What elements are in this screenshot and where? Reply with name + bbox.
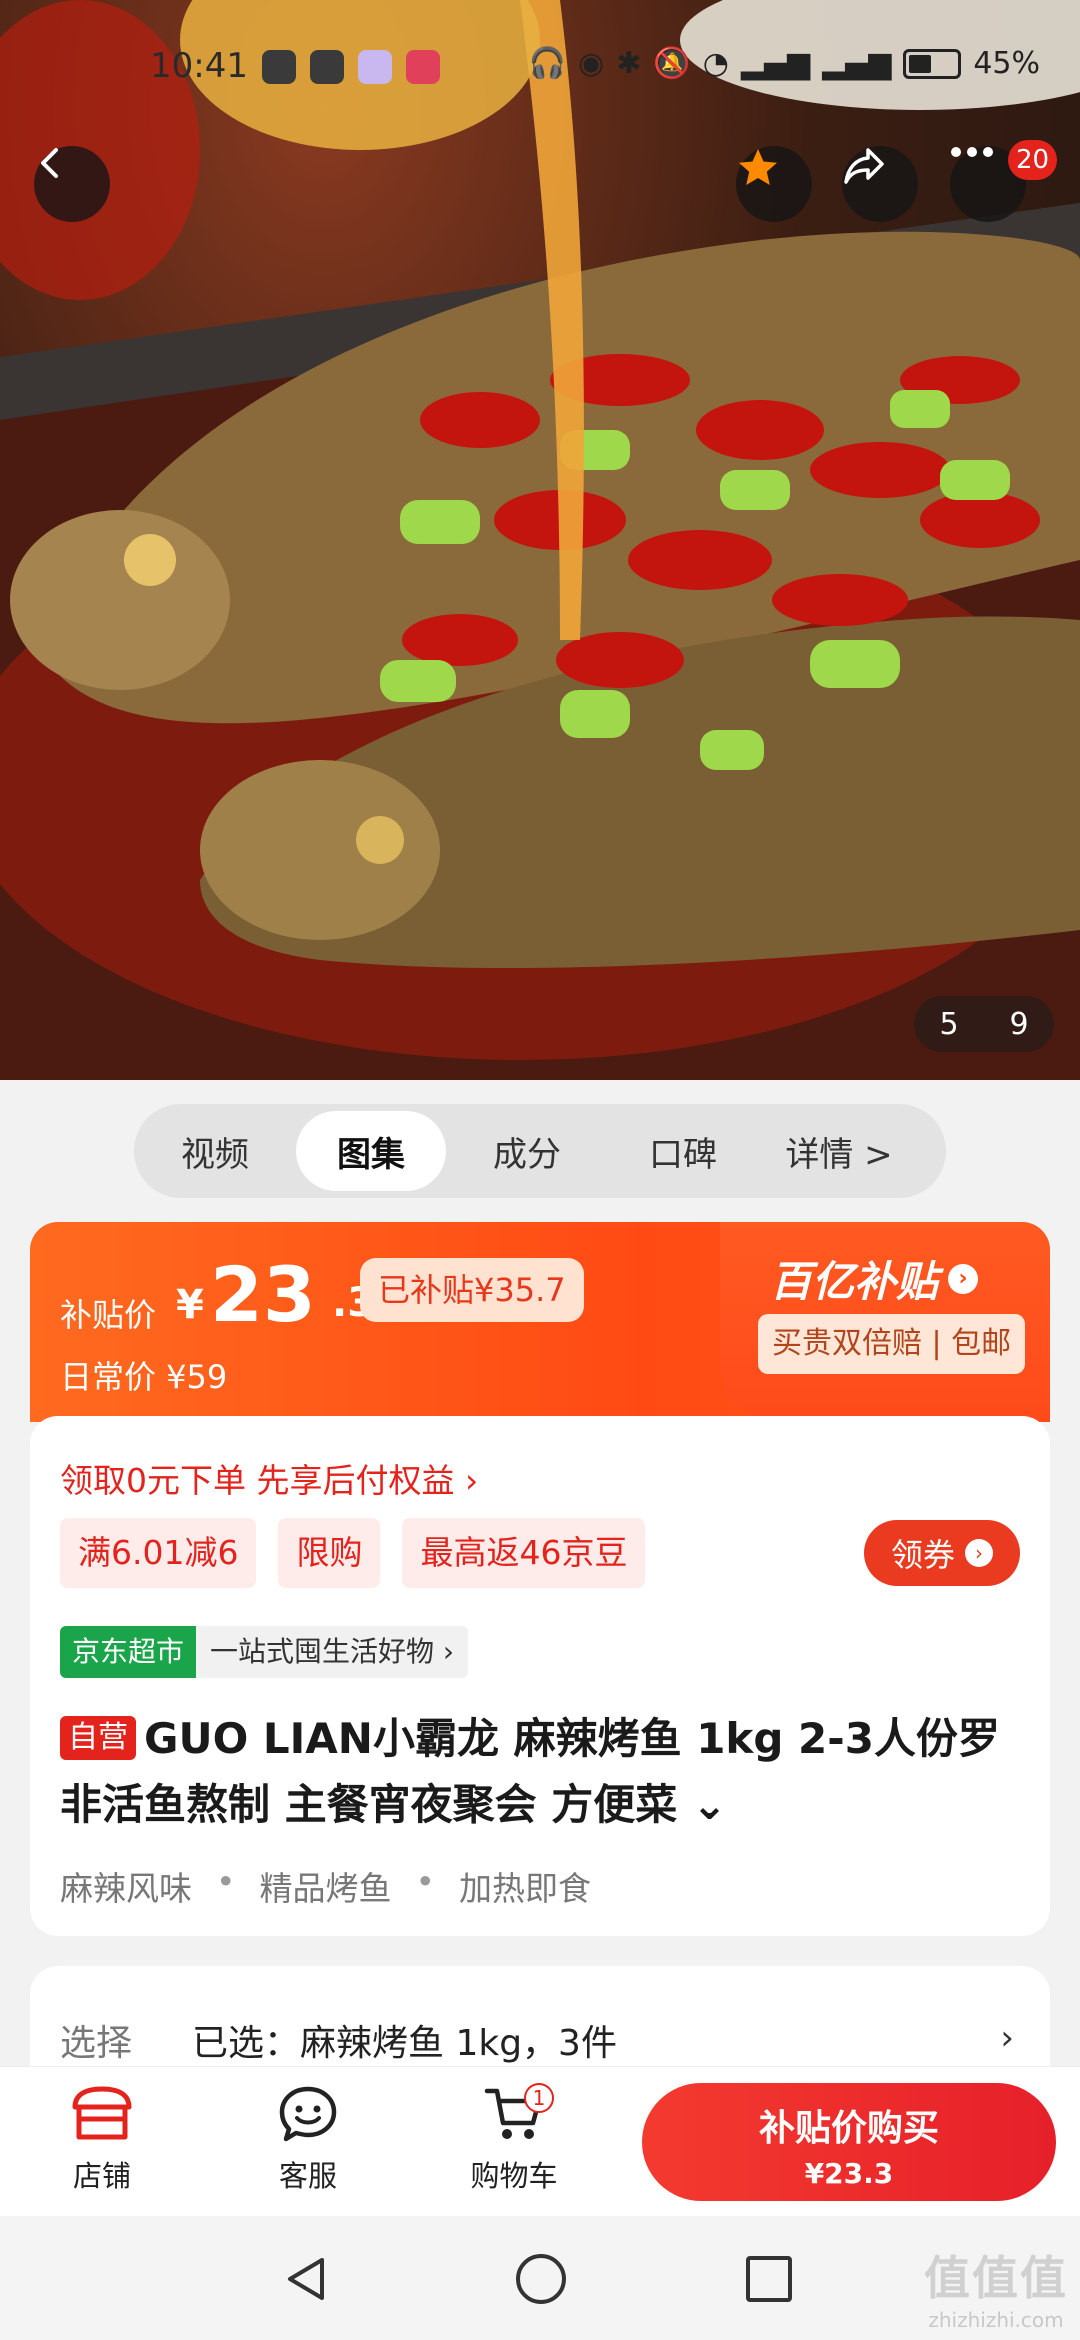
chevron-right-icon: › bbox=[948, 1263, 979, 1294]
price-card: 补贴价 ¥ 23 .3 已补贴¥35.7 日常价 ¥59 百亿补贴 › 买贵双倍… bbox=[30, 1222, 1050, 1422]
feature-separator: • bbox=[216, 1862, 236, 1901]
promo-tag-jingdou[interactable]: 最高返46京豆 bbox=[402, 1518, 646, 1588]
get-coupon-button[interactable]: 领券 › bbox=[864, 1520, 1020, 1586]
promo-tag-limit[interactable]: 限购 bbox=[278, 1518, 381, 1588]
wechat-icon bbox=[262, 50, 296, 84]
tab-gallery[interactable]: 图集 bbox=[296, 1111, 446, 1191]
bottom-action-bar: 店铺 客服 1 购物车 补贴价购买 ¥23.3 bbox=[0, 2066, 1080, 2216]
product-features: 麻辣风味 • 精品烤鱼 • 加热即食 bbox=[60, 1862, 591, 1910]
qq-icon bbox=[310, 50, 344, 84]
book-icon bbox=[406, 50, 440, 84]
tab-video[interactable]: 视频 bbox=[140, 1111, 290, 1191]
feature-separator: • bbox=[415, 1862, 435, 1901]
battery-percent: 45% bbox=[973, 46, 1040, 81]
cart-label: 购物车 bbox=[470, 2159, 558, 2193]
price-label: 补贴价 bbox=[60, 1296, 157, 1334]
signal-icon: ▂▄▆ bbox=[740, 46, 811, 81]
tab-details[interactable]: 详情 > bbox=[764, 1111, 914, 1191]
feature-item: 精品烤鱼 bbox=[259, 1869, 392, 1908]
feature-item: 加热即食 bbox=[458, 1869, 591, 1908]
variant-selector[interactable]: 选择 已选：麻辣烤鱼 1kg，3件 › bbox=[30, 1966, 1050, 2066]
bluetooth-icon: ✱ bbox=[616, 46, 642, 81]
shop-button[interactable]: 店铺 bbox=[42, 2085, 162, 2195]
select-label: 选择 bbox=[60, 2023, 133, 2064]
feature-item: 麻辣风味 bbox=[60, 1869, 192, 1908]
promo-tags: 满6.01减6 限购 最高返46京豆 bbox=[60, 1518, 646, 1588]
promo-tag-discount[interactable]: 满6.01减6 bbox=[60, 1518, 257, 1588]
self-operated-tag: 自营 bbox=[60, 1716, 136, 1760]
subsidy-guarantee-tags: 买贵双倍赔 | 包邮 bbox=[758, 1314, 1026, 1374]
status-indicators: 🎧 ◉ ✱ 🔕 ◔ ▂▄▆ ▂▄▆ 45% bbox=[529, 46, 1040, 81]
product-title[interactable]: 自营 GUO LIAN小霸龙 麻辣烤鱼 1kg 2-3人份罗非活鱼熬制 主餐宵夜聚… bbox=[60, 1706, 1020, 1838]
price-integer: 23 bbox=[210, 1250, 316, 1339]
share-button[interactable] bbox=[842, 146, 918, 222]
price-currency: ¥ bbox=[176, 1282, 204, 1328]
selected-variant: 已选：麻辣烤鱼 1kg，3件 bbox=[192, 2023, 617, 2064]
tab-ingredients[interactable]: 成分 bbox=[452, 1111, 602, 1191]
system-navigation-bar: 值值值 zhizhizhi.com bbox=[0, 2216, 1080, 2340]
store-banner[interactable]: 京东超市 一站式囤生活好物 › bbox=[60, 1626, 469, 1678]
app-icon bbox=[358, 50, 392, 84]
image-counter: 5 9 bbox=[914, 996, 1054, 1052]
coupon-button-label: 领券 bbox=[890, 1536, 955, 1574]
nav-recents-icon[interactable] bbox=[744, 2254, 794, 2304]
subsidy-program-label: 百亿补贴 bbox=[770, 1257, 939, 1306]
customer-service-label: 客服 bbox=[278, 2159, 337, 2193]
watermark-main: 值值值 bbox=[924, 2251, 1068, 2305]
nav-home-icon[interactable] bbox=[514, 2252, 568, 2306]
daily-price: 日常价 ¥59 bbox=[60, 1358, 228, 1396]
chevron-right-icon: › bbox=[1000, 2018, 1014, 2058]
watermark-sub: zhizhizhi.com bbox=[928, 2308, 1064, 2332]
battery-icon bbox=[903, 48, 962, 79]
mute-icon: 🔕 bbox=[653, 46, 691, 81]
product-info-card: 领取0元下单 先享后付权益 › 满6.01减6 限购 最高返46京豆 领券 › … bbox=[30, 1416, 1050, 1936]
subsidized-amount: 已补贴¥35.7 bbox=[360, 1258, 584, 1322]
status-bar: 10:41 🎧 ◉ ✱ 🔕 ◔ ▂▄▆ ▂▄▆ 45% bbox=[0, 40, 1080, 96]
media-tabs: 视频 图集 成分 口碑 详情 > bbox=[134, 1104, 946, 1198]
status-time: 10:41 bbox=[150, 46, 248, 86]
more-badge: 20 bbox=[1008, 140, 1058, 180]
cart-count-badge: 1 bbox=[524, 2083, 554, 2113]
grilled-fish-photo bbox=[0, 0, 1080, 1080]
image-counter-total: 9 bbox=[1009, 1006, 1029, 1042]
chevron-right-icon: › bbox=[965, 1539, 993, 1567]
product-title-text: GUO LIAN小霸龙 麻辣烤鱼 1kg 2-3人份罗非活鱼熬制 主餐宵夜聚会 … bbox=[60, 1714, 1000, 1829]
eye-icon: ◉ bbox=[578, 46, 605, 81]
share-icon bbox=[844, 148, 884, 184]
nav-back-icon[interactable] bbox=[282, 2254, 332, 2304]
subsidy-program[interactable]: 百亿补贴 › bbox=[770, 1248, 979, 1309]
more-dots-icon bbox=[951, 147, 993, 157]
buy-now-button[interactable]: 补贴价购买 ¥23.3 bbox=[642, 2083, 1056, 2201]
favorite-button[interactable] bbox=[736, 146, 812, 222]
status-app-icons bbox=[262, 50, 440, 84]
back-button[interactable] bbox=[34, 146, 110, 222]
store-slogan: 一站式囤生活好物 › bbox=[196, 1626, 469, 1678]
store-icon bbox=[72, 2086, 132, 2140]
back-arrow-icon bbox=[41, 148, 58, 178]
store-name: 京东超市 bbox=[60, 1626, 197, 1678]
image-counter-current: 5 bbox=[939, 1006, 959, 1042]
buy-button-title: 补贴价购买 bbox=[758, 2108, 939, 2149]
tab-reviews[interactable]: 口碑 bbox=[608, 1111, 758, 1191]
star-icon bbox=[739, 149, 777, 185]
wifi-icon: ◔ bbox=[702, 46, 729, 81]
buy-button-price: ¥23.3 bbox=[804, 2157, 894, 2190]
chat-smile-icon bbox=[279, 2086, 337, 2142]
watermark-logo: 值值值 zhizhizhi.com bbox=[924, 2242, 1068, 2332]
product-image[interactable]: 10:41 🎧 ◉ ✱ 🔕 ◔ ▂▄▆ ▂▄▆ 45% 20 5 9 bbox=[0, 0, 1080, 1080]
pay-later-link[interactable]: 领取0元下单 先享后付权益 › bbox=[60, 1454, 478, 1502]
cart-button[interactable]: 1 购物车 bbox=[454, 2083, 574, 2195]
shop-label: 店铺 bbox=[72, 2159, 131, 2193]
customer-service-button[interactable]: 客服 bbox=[248, 2085, 368, 2195]
headphone-icon: 🎧 bbox=[528, 46, 566, 81]
signal-4g-icon: ▂▄▆ bbox=[822, 46, 892, 81]
